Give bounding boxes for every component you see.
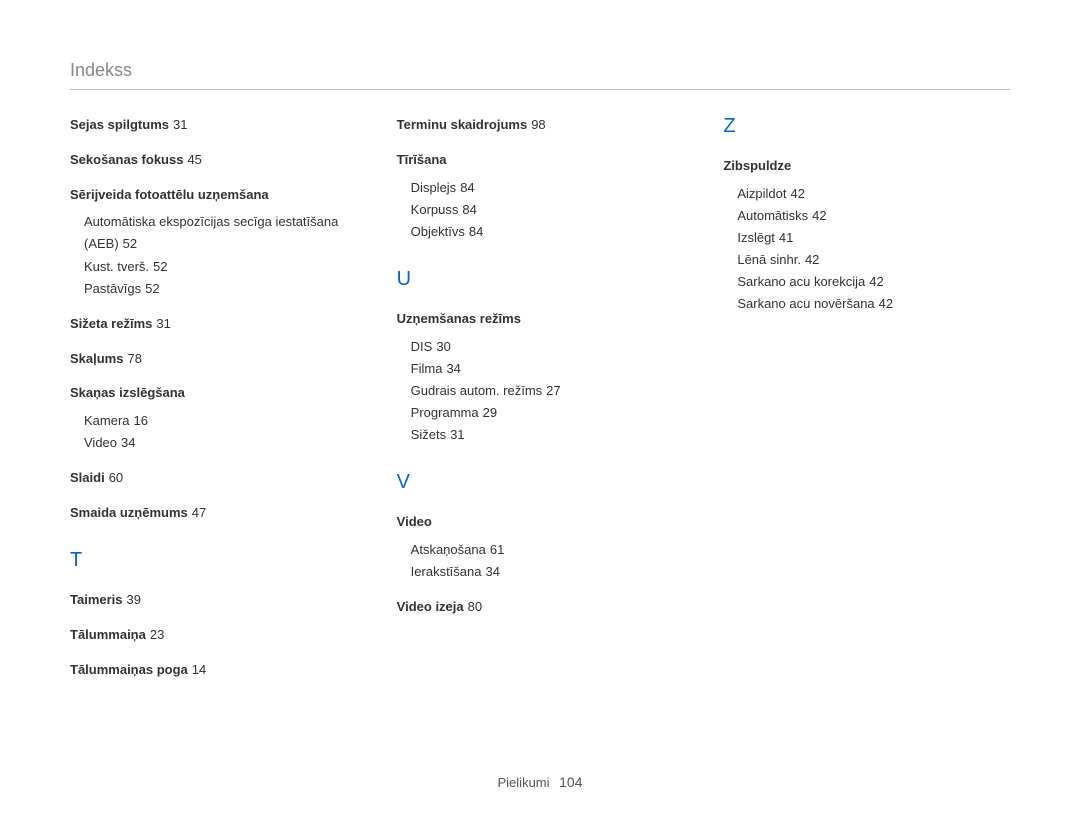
page-ref: 84: [462, 202, 476, 217]
index-sub-entry: Displejs84: [411, 177, 684, 199]
page-ref: 52: [153, 259, 167, 274]
index-sub-entry: Korpuss84: [411, 199, 684, 221]
page-ref: 84: [469, 224, 483, 239]
index-columns: Sejas spilgtums31 Sekošanas fokuss45 Sērij…: [70, 115, 1010, 686]
column-2: Terminu skaidrojums98 Tīrīšana Displejs84K…: [397, 115, 684, 686]
page-ref: 31: [450, 427, 464, 442]
column-1: Sejas spilgtums31 Sekošanas fokuss45 Sērij…: [70, 115, 357, 686]
index-entry: Skaņas izslēgšana: [70, 383, 357, 404]
page-ref: 80: [468, 599, 482, 614]
page-ref: 84: [460, 180, 474, 195]
index-sub-entry: Video34: [84, 432, 357, 454]
index-sub-entry: Automātiska ekspozīcijas secīga iestatīš…: [84, 211, 357, 255]
letter-heading: Z: [723, 115, 1010, 138]
page-ref: 27: [546, 383, 560, 398]
index-sub-entry: Objektīvs84: [411, 221, 684, 243]
index-sub-entry: Automātisks42: [737, 205, 1010, 227]
index-sub-entry: Izslēgt41: [737, 227, 1010, 249]
page-ref: 42: [790, 186, 804, 201]
page-ref: 30: [436, 339, 450, 354]
index-entry: Zibspuldze: [723, 156, 1010, 177]
page-ref: 39: [127, 592, 141, 607]
index-entry: Taimeris39: [70, 590, 357, 611]
page-ref: 52: [145, 281, 159, 296]
page-ref: 52: [123, 236, 137, 251]
index-entry: Smaida uzņēmums47: [70, 503, 357, 524]
index-entry: Sekošanas fokuss45: [70, 150, 357, 171]
index-sub-entry: Ierakstīšana34: [411, 561, 684, 583]
index-sub-entry: Filma34: [411, 358, 684, 380]
page-ref: 31: [156, 316, 170, 331]
page-ref: 16: [134, 413, 148, 428]
page-ref: 42: [869, 274, 883, 289]
page-ref: 34: [446, 361, 460, 376]
page-ref: 47: [192, 505, 206, 520]
page-ref: 61: [490, 542, 504, 557]
index-entry: Video: [397, 512, 684, 533]
page-ref: 29: [483, 405, 497, 420]
page-ref: 34: [121, 435, 135, 450]
index-entry: Sižeta režīms31: [70, 314, 357, 335]
page-ref: 98: [531, 117, 545, 132]
letter-heading: T: [70, 549, 357, 572]
index-entry: Tālummaiņas poga14: [70, 660, 357, 681]
column-3: Z Zibspuldze Aizpildot42Automātisks42Izslē…: [723, 115, 1010, 686]
index-entry: Sērijveida fotoattēlu uzņemšana: [70, 185, 357, 206]
letter-heading: U: [397, 268, 684, 291]
index-sub-entry: Lēnā sinhr.42: [737, 249, 1010, 271]
index-sub-entry: Atskaņošana61: [411, 539, 684, 561]
page-ref: 34: [486, 564, 500, 579]
page-ref: 42: [879, 296, 893, 311]
index-sub-entry: Kust. tverš.52: [84, 256, 357, 278]
page-ref: 41: [779, 230, 793, 245]
index-entry: Video izeja80: [397, 597, 684, 618]
index-sub-entry: DIS30: [411, 336, 684, 358]
index-entry: Slaidi60: [70, 468, 357, 489]
page-ref: 23: [150, 627, 164, 642]
index-entry: Skaļums78: [70, 349, 357, 370]
page-ref: 31: [173, 117, 187, 132]
page-ref: 42: [812, 208, 826, 223]
letter-heading: V: [397, 471, 684, 494]
page-ref: 60: [109, 470, 123, 485]
page-footer: Pielikumi 104: [0, 774, 1080, 790]
index-entry: Tīrīšana: [397, 150, 684, 171]
index-sub-entry: Kamera16: [84, 410, 357, 432]
index-entry: Terminu skaidrojums98: [397, 115, 684, 136]
index-sub-entry: Programma29: [411, 402, 684, 424]
index-sub-entry: Sarkano acu korekcija42: [737, 271, 1010, 293]
index-sub-entry: Sižets31: [411, 424, 684, 446]
footer-page-number: 104: [559, 774, 582, 790]
footer-label: Pielikumi: [498, 775, 550, 790]
index-entry: Uzņemšanas režīms: [397, 309, 684, 330]
index-entry: Sejas spilgtums31: [70, 115, 357, 136]
index-entry: Tālummaiņa23: [70, 625, 357, 646]
index-sub-entry: Gudrais autom. režīms27: [411, 380, 684, 402]
index-sub-entry: Sarkano acu novēršana42: [737, 293, 1010, 315]
page-ref: 42: [805, 252, 819, 267]
page-ref: 45: [187, 152, 201, 167]
page-header: Indekss: [70, 60, 1010, 90]
page-ref: 14: [192, 662, 206, 677]
index-sub-entry: Pastāvīgs52: [84, 278, 357, 300]
index-sub-entry: Aizpildot42: [737, 183, 1010, 205]
page-ref: 78: [127, 351, 141, 366]
